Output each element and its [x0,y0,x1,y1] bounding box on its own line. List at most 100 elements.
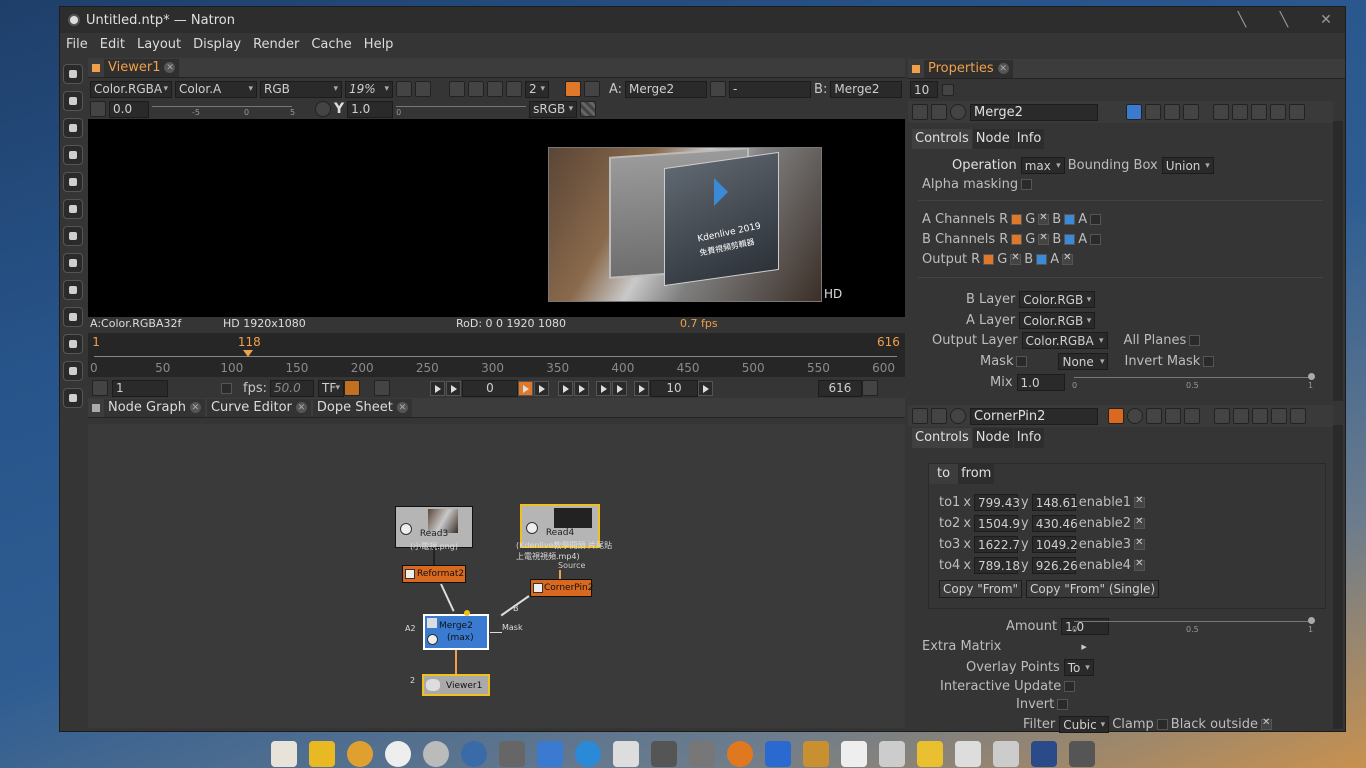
play-icon[interactable] [533,380,549,396]
gamma-slider[interactable]: 0 [396,100,527,118]
node-viewer1[interactable]: Viewer1 [422,674,490,696]
set-out-icon[interactable] [861,380,878,396]
a-a-checkbox[interactable] [1090,214,1102,225]
steam-icon[interactable] [461,741,487,767]
merge-play-icon[interactable] [427,634,438,645]
minimize-panel-icon[interactable] [1252,408,1268,424]
video-icon[interactable] [689,741,715,767]
out-g-checkbox[interactable] [1010,252,1022,265]
extra-tools-icon[interactable] [63,388,83,408]
timecode-select[interactable]: TF [317,379,344,397]
close-tab-icon[interactable]: ✕ [164,62,176,73]
color-tools-icon[interactable] [63,172,83,192]
time-tools-icon[interactable] [63,118,83,138]
notes-icon[interactable] [917,741,943,767]
menu-cache[interactable]: Cache [305,37,357,52]
subtab-info[interactable]: Info [1013,428,1045,448]
clear-panels-icon[interactable] [942,83,954,96]
enable-checkbox[interactable] [1134,537,1146,550]
fps-checkbox[interactable] [221,382,232,394]
merge2-name-field[interactable]: Merge2 [970,103,1098,121]
fps-field[interactable]: 50.0 [269,379,314,397]
settings-icon[interactable] [931,104,947,120]
mix-slider-handle[interactable] [1308,373,1315,380]
enable-checkbox[interactable] [1134,495,1146,508]
tab-to[interactable]: to [929,464,959,484]
contrast-icon[interactable] [315,101,331,117]
pause-icon[interactable] [584,81,600,97]
merge2-scrollbar[interactable] [1333,121,1343,401]
expand-arrow-icon[interactable]: ▶ [1081,643,1086,651]
render-range-icon[interactable] [343,380,360,396]
menu-help[interactable]: Help [358,37,400,52]
viewer-canvas[interactable]: Kdenlive 2019 免費視頻剪輯器 HD [88,119,905,317]
copy-from-single-button[interactable]: Copy "From" (Single) [1026,580,1160,598]
other-tools-icon[interactable] [63,334,83,354]
mask-checkbox[interactable] [1016,356,1028,367]
messages-icon[interactable] [423,741,449,767]
files-icon[interactable] [309,741,335,767]
playback-lock-icon[interactable] [373,380,390,396]
app-icon[interactable] [955,741,981,767]
blender-icon[interactable] [727,741,753,767]
output-layer-select[interactable]: Color.RGBA [1021,332,1108,349]
subtab-controls[interactable]: Controls [912,428,972,448]
overlay-select[interactable]: To [1063,659,1094,676]
pin-y-field[interactable]: 148.61 [1031,494,1078,511]
next-keyframe-icon[interactable] [573,380,589,396]
gain-toggle-icon[interactable] [90,101,106,117]
node-reformat2[interactable]: Reformat2 [402,565,466,583]
cornerpin2-scrollbar[interactable] [1333,425,1343,729]
collapse-icon[interactable] [912,104,928,120]
center-node-icon[interactable] [950,408,966,424]
out-b-checkbox[interactable] [1036,254,1048,265]
composite-op-select[interactable]: - [729,80,812,98]
pane-menu-icon[interactable] [912,64,920,73]
nvidia-icon[interactable] [499,741,525,767]
mix-slider[interactable]: 0 0.5 1 [1072,373,1315,397]
gimp-icon[interactable] [651,741,677,767]
b-a-checkbox[interactable] [1090,234,1102,245]
undo-icon[interactable] [1146,408,1162,424]
current-frame-field[interactable]: 0 [461,379,518,397]
out-r-checkbox[interactable] [983,254,995,265]
amount-slider-handle[interactable] [1308,617,1315,624]
thunderbird-icon[interactable] [575,741,601,767]
node-merge2[interactable]: Merge2 (max) [423,614,489,650]
prev-frame-icon[interactable] [445,380,461,396]
amount-slider[interactable]: 0 0.5 1 [1072,617,1315,641]
maximize-panel-icon[interactable] [1270,104,1286,120]
maximize-icon[interactable]: ╲ [1275,12,1293,28]
a-r-checkbox[interactable] [1011,214,1023,225]
b-r-checkbox[interactable] [1011,234,1023,245]
filter-tools-icon[interactable] [63,199,83,219]
tab-viewer1[interactable]: Viewer1 ✕ [104,58,180,77]
inkscape-icon[interactable] [537,741,563,767]
editor-icon[interactable] [993,741,1019,767]
close-tab-icon[interactable]: ✕ [997,63,1009,74]
filter-select[interactable]: Cubic [1059,716,1110,733]
piano-icon[interactable] [841,741,867,767]
restore-defaults-icon[interactable] [1183,104,1199,120]
redo-icon[interactable] [1164,104,1180,120]
gain-slider[interactable]: -5 0 5 [152,100,295,118]
float-icon[interactable] [1232,104,1248,120]
pin-y-field[interactable]: 1049.2 [1031,536,1078,553]
mix-field[interactable]: 1.0 [1016,374,1065,391]
close-tab-icon[interactable]: ✕ [189,402,201,413]
step-forward-icon[interactable] [697,380,713,396]
menu-edit[interactable]: Edit [94,37,131,52]
undo-icon[interactable] [1145,104,1161,120]
b-b-checkbox[interactable] [1064,234,1076,245]
node-read4[interactable]: Read4 (Kdenlive教學開頭 片尾貼 上電視視頻.mp4) [516,504,612,561]
all-planes-checkbox[interactable] [1189,335,1201,346]
playhead-marker[interactable] [242,350,253,357]
settings-icon[interactable] [931,408,947,424]
channel-tools-icon[interactable] [63,145,83,165]
a-layer-select[interactable]: Color.RGB [1019,312,1096,329]
lock-icon[interactable] [396,81,412,97]
tab-curve-editor[interactable]: Curve Editor ✕ [206,398,311,417]
calculator-icon[interactable] [879,741,905,767]
close-panel-icon[interactable] [1290,408,1306,424]
first-frame-icon[interactable] [429,380,445,396]
